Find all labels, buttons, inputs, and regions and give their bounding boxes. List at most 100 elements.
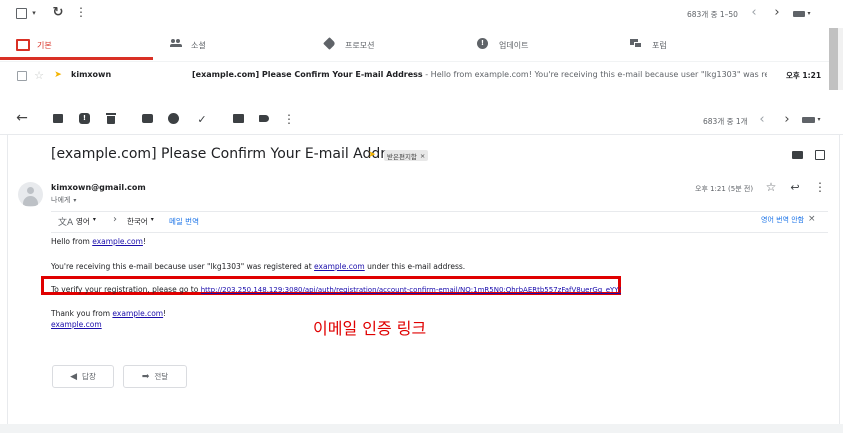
keyboard-icon[interactable] [793, 11, 805, 17]
input-tools-dropdown-icon-2[interactable]: ▾ [816, 112, 822, 126]
move-to-icon[interactable] [233, 114, 244, 123]
registration-text: You're receiving this e-mail because use… [51, 262, 315, 271]
verification-line: To verify your registration, please go t… [51, 285, 621, 294]
inbox-scrollbar[interactable] [829, 28, 838, 90]
inbox-icon [16, 39, 30, 51]
avatar[interactable] [18, 182, 43, 207]
add-to-tasks-icon[interactable]: ✓ [195, 112, 209, 126]
tab-updates[interactable]: ! 업데이트 [475, 30, 625, 60]
forward-button-label: 전달 [154, 372, 169, 381]
target-language-label: 한국어 [127, 217, 148, 226]
delete-icon[interactable] [106, 113, 116, 124]
verification-link[interactable]: http://203.250.148.129:3080/api/auth/reg… [201, 286, 621, 294]
tab-updates-label: 업데이트 [499, 41, 529, 50]
select-checkbox[interactable] [16, 8, 27, 19]
row-subject: [example.com] Please Confirm Your E-mail… [192, 70, 423, 79]
pagination-counter: 683개 중 1–50 [687, 10, 738, 19]
tab-promotions[interactable]: 프로모션 [320, 30, 470, 60]
people-icon [170, 39, 182, 47]
panel-gap [0, 90, 843, 104]
greeting-text: Hello from [51, 237, 93, 246]
tab-social[interactable]: 소셜 [160, 30, 310, 60]
message-counter: 683개 중 1개 [703, 117, 748, 126]
translate-icon: 文A [58, 218, 74, 228]
star-icon[interactable]: ☆ [33, 68, 45, 82]
reply-icon[interactable]: ↩ [788, 180, 802, 194]
email-row[interactable]: ☆ ➤ kimxown [example.com] Please Confirm… [0, 61, 829, 90]
annotation-label: 이메일 인증 링크 [313, 319, 427, 338]
translate-arrow-icon: › [113, 214, 117, 225]
label-chip-text: 받은편지함 [387, 152, 417, 161]
message-time: 오후 1:21 (5분 전) [695, 185, 754, 193]
report-spam-icon[interactable]: ! [79, 113, 90, 124]
verification-text: To verify your registration, please go t… [51, 285, 201, 294]
more-message-options-icon[interactable]: ⋮ [814, 180, 826, 194]
registration-suffix: under this e-mail address. [364, 262, 466, 271]
thanks-line: Thank you from example.com! [51, 309, 166, 318]
to-line-text: 나에게 [51, 196, 71, 204]
thanks-text: Thank you from [51, 309, 113, 318]
forward-button[interactable]: ➡ 전달 [123, 365, 187, 388]
label-chip[interactable]: 받은편지함 × [384, 150, 429, 161]
thanks-suffix: ! [163, 309, 167, 318]
reply-button-icon: ◀ [70, 371, 78, 382]
sender-email[interactable]: kimxown@gmail.com [51, 183, 146, 192]
keyboard-icon-2[interactable] [802, 117, 815, 123]
label-icon[interactable] [259, 115, 269, 122]
close-translate-bar-icon[interactable]: × [808, 214, 816, 224]
importance-marker-icon[interactable]: ➤ [52, 68, 64, 82]
older-icon[interactable]: › [781, 112, 793, 127]
forum-icon [630, 39, 642, 48]
greeting-suffix: ! [142, 237, 146, 246]
tab-promotions-label: 프로모션 [345, 41, 375, 50]
source-language-dropdown-icon: ▾ [92, 216, 96, 223]
thanks-link[interactable]: example.com [112, 309, 163, 318]
details-dropdown-icon[interactable]: ▾ [73, 197, 76, 204]
newer-icon[interactable]: ‹ [756, 112, 768, 127]
source-language-label: 영어 [76, 217, 90, 226]
label-chip-close-icon[interactable]: × [420, 152, 425, 160]
message-subject: [example.com] Please Confirm Your E-mail… [51, 146, 409, 162]
prev-page-icon[interactable]: ‹ [748, 5, 760, 20]
no-translate-link[interactable]: 영어 번역 안함 [761, 215, 804, 225]
target-language-dropdown-icon: ▾ [150, 216, 154, 223]
greeting-link[interactable]: example.com [92, 237, 143, 246]
tab-primary[interactable]: 기본 [0, 30, 153, 60]
signature-link[interactable]: example.com [51, 320, 102, 329]
translate-bar [51, 211, 828, 233]
translate-message-link[interactable]: 메일 번역 [169, 216, 199, 227]
snooze-icon[interactable] [168, 113, 179, 124]
source-language-select[interactable]: 영어 ▾ [76, 216, 96, 227]
more-vert-icon[interactable]: ⋮ [75, 4, 87, 20]
row-snippet: - Hello from example.com! You're receivi… [422, 70, 767, 79]
reply-button[interactable]: ◀ 답장 [52, 365, 114, 388]
back-arrow-icon[interactable]: ← [14, 110, 30, 126]
registration-line: You're receiving this e-mail because use… [51, 262, 465, 271]
row-sender: kimxown [71, 70, 112, 79]
open-new-window-icon[interactable] [815, 150, 825, 160]
tab-social-label: 소셜 [191, 41, 206, 50]
row-checkbox[interactable] [17, 71, 27, 81]
target-language-select[interactable]: 한국어 ▾ [127, 216, 154, 227]
registration-link[interactable]: example.com [314, 262, 365, 271]
to-line[interactable]: 나에게 ▾ [51, 195, 76, 205]
reply-button-label: 답장 [82, 372, 96, 381]
greeting-line: Hello from example.com! [51, 237, 146, 246]
input-tools-dropdown-icon[interactable]: ▾ [806, 6, 812, 20]
row-time: 오후 1:21 [786, 71, 822, 80]
row-subject-snippet: [example.com] Please Confirm Your E-mail… [192, 70, 767, 79]
refresh-icon[interactable]: ↻ [50, 4, 66, 20]
forward-button-icon: ➡ [141, 371, 150, 382]
mark-unread-icon[interactable] [142, 114, 153, 123]
star-icon-2[interactable]: ☆ [764, 180, 778, 194]
print-icon[interactable] [792, 151, 803, 159]
tab-forums[interactable]: 포럼 [628, 30, 778, 60]
archive-icon[interactable] [53, 114, 63, 123]
info-icon: ! [477, 38, 488, 49]
more-options-icon[interactable]: ⋮ [283, 111, 295, 127]
importance-marker-icon-2[interactable]: ➤ [366, 149, 378, 161]
select-dropdown-icon[interactable]: ▾ [30, 6, 38, 20]
next-page-icon[interactable]: › [771, 5, 783, 20]
tab-forums-label: 포럼 [652, 41, 667, 50]
bottom-bar [0, 424, 843, 433]
